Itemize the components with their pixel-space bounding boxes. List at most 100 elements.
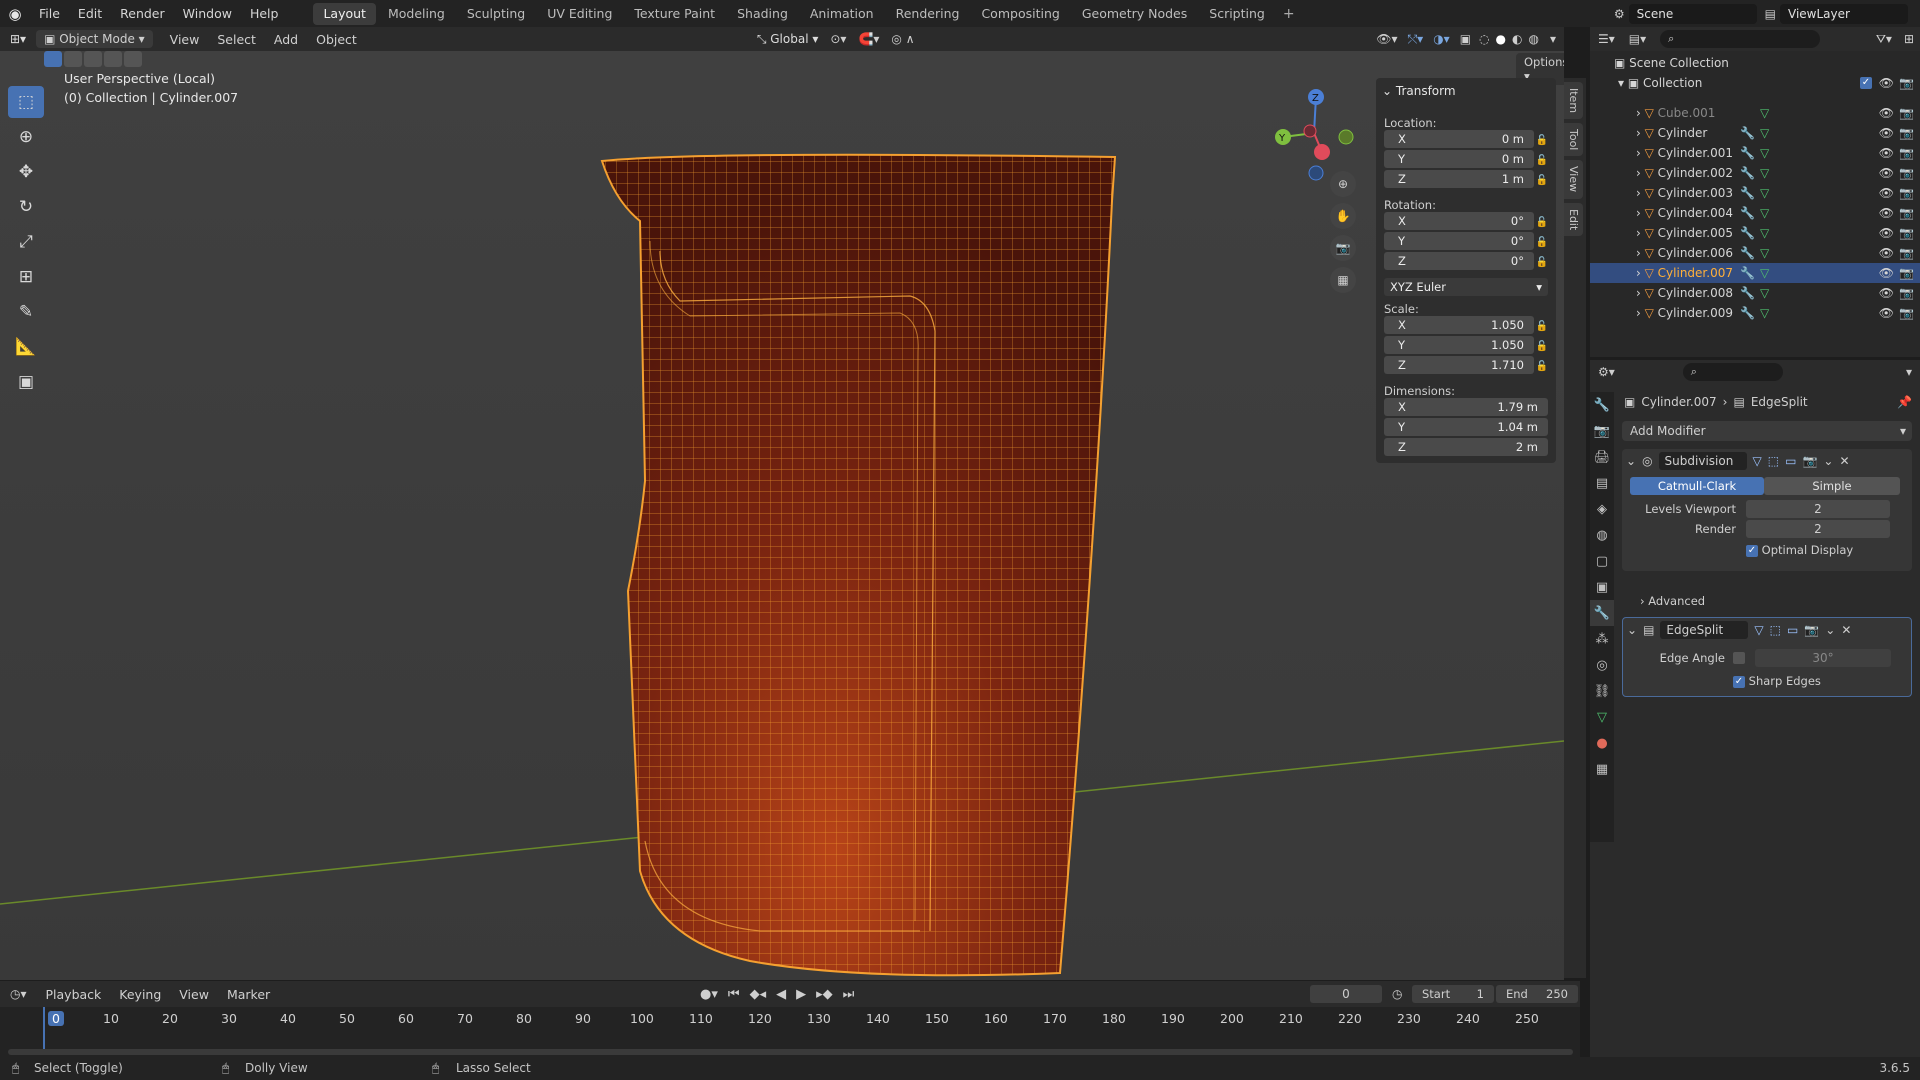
shading-rendered-icon[interactable]: ◍ — [1525, 32, 1541, 46]
editmode-toggle-icon[interactable]: ▽ — [1753, 454, 1762, 468]
tab-geometry-nodes[interactable]: Geometry Nodes — [1072, 3, 1197, 25]
timeline-area[interactable]: 0 10 20 30 40 50 60 70 80 90 100 110 120 130 140 150 160… — [0, 1007, 1580, 1057]
add-workspace-button[interactable]: + — [1277, 6, 1301, 22]
edgesplit-viewport-icon[interactable]: ▭ — [1787, 623, 1798, 637]
expand-arrow-icon[interactable]: › — [1636, 106, 1645, 120]
shading-material-icon[interactable]: ◐ — [1509, 32, 1525, 46]
navigation-gizmo[interactable]: Z Y — [1266, 85, 1362, 181]
render-camera-icon[interactable]: 📷 — [1899, 283, 1914, 303]
outliner-object-row[interactable]: › ▽ Cylinder.008 🔧 ▽ 👁 📷 — [1590, 283, 1920, 303]
shading-wireframe-icon[interactable]: ◌ — [1476, 32, 1492, 46]
select-new-icon[interactable] — [44, 51, 62, 67]
view-layer-field[interactable]: ViewLayer — [1780, 3, 1908, 24]
expand-arrow-icon[interactable]: › — [1636, 286, 1645, 300]
xray-icon[interactable]: ▣ — [1455, 32, 1476, 46]
visibility-eye-icon[interactable]: 👁 — [1879, 203, 1894, 223]
viewport-menu-object[interactable]: Object — [307, 32, 366, 47]
sharp-edges-row[interactable]: ✓ Sharp Edges — [1733, 674, 1821, 688]
data-tab-icon[interactable]: ▽ — [1590, 704, 1614, 730]
scene-collection-row[interactable]: ▣ Scene Collection — [1590, 53, 1920, 73]
edgesplit-menu-icon[interactable]: ⌄ — [1825, 623, 1835, 637]
constraints-tab-icon[interactable]: ⛓ — [1590, 678, 1614, 704]
scene-selector[interactable]: ⚙ Scene — [1614, 3, 1757, 24]
play-icon[interactable]: ▶ — [796, 987, 806, 1002]
collapse-icon[interactable]: ⌄ — [1626, 454, 1636, 468]
viewport-menu-select[interactable]: Select — [208, 32, 265, 47]
object-tab-icon[interactable]: ▣ — [1590, 574, 1614, 600]
scale-tool-icon[interactable]: ⤢ — [8, 226, 44, 258]
prev-keyframe-icon[interactable]: ◆◂ — [750, 987, 767, 1002]
rotation-y-field[interactable]: Y 0° 🔓 — [1384, 232, 1548, 250]
world-tab-icon[interactable]: ◍ — [1590, 522, 1614, 548]
dimensions-x-field[interactable]: X 1.79 m — [1384, 398, 1548, 416]
expand-arrow-icon[interactable]: › — [1636, 166, 1645, 180]
timeline-scrollbar[interactable] — [8, 1049, 1573, 1055]
proportional-edit-icon[interactable]: ◎ ∧ — [885, 32, 920, 46]
select-subtract-icon[interactable] — [84, 51, 102, 67]
optimal-display-row[interactable]: ✓ Optimal Display — [1746, 543, 1853, 557]
visibility-eye-icon[interactable]: 👁 — [1879, 223, 1894, 243]
expand-arrow-icon[interactable]: › — [1636, 146, 1645, 160]
collection-tab-icon[interactable]: ▢ — [1590, 548, 1614, 574]
rotation-lock-icon[interactable]: 🔓 — [1536, 234, 1548, 252]
material-tab-icon[interactable]: ● — [1590, 730, 1614, 756]
rotation-z-field[interactable]: Z 0° 🔓 — [1384, 252, 1548, 270]
modifier-tab-icon[interactable]: 🔧 — [1590, 600, 1614, 626]
edge-angle-field[interactable]: 30° — [1755, 649, 1891, 667]
scene-name-field[interactable]: Scene — [1628, 3, 1757, 24]
location-lock-icon[interactable]: 🔓 — [1536, 172, 1548, 190]
properties-options-icon[interactable]: ▾ — [1898, 365, 1920, 379]
collection-row[interactable]: ▾ ▣ Collection ✓ 👁 📷 — [1590, 73, 1920, 93]
timeline-menu-view[interactable]: View — [170, 987, 218, 1002]
mesh-object[interactable] — [590, 146, 1130, 980]
edgesplit-remove-icon[interactable]: ✕ — [1841, 623, 1851, 637]
visibility-eye-icon[interactable]: 👁 — [1879, 283, 1894, 303]
render-camera-icon[interactable]: 📷 — [1899, 263, 1914, 283]
snap-icon[interactable]: 🧲▾ — [852, 32, 885, 46]
record-icon[interactable]: ●▾ — [700, 987, 718, 1002]
render-camera-icon[interactable]: 📷 — [1899, 103, 1914, 123]
tab-modeling[interactable]: Modeling — [378, 3, 455, 25]
expand-arrow-icon[interactable]: › — [1636, 246, 1645, 260]
expand-arrow-icon[interactable]: › — [1636, 126, 1645, 140]
viewport-menu-view[interactable]: View — [161, 32, 209, 47]
visibility-eye-icon[interactable]: 👁 — [1879, 163, 1894, 183]
scale-z-field[interactable]: Z 1.710 🔓 — [1384, 356, 1548, 374]
ortho-grid-icon[interactable]: ▦ — [1330, 267, 1356, 293]
visibility-eye-icon[interactable]: 👁 — [1879, 103, 1894, 123]
texture-tab-icon[interactable]: ▦ — [1590, 756, 1614, 782]
select-extend-icon[interactable] — [64, 51, 82, 67]
scale-y-field[interactable]: Y 1.050 🔓 — [1384, 336, 1548, 354]
levels-viewport-field[interactable]: 2 — [1746, 500, 1890, 518]
pivot-icon[interactable]: ⊙▾ — [824, 32, 852, 46]
blender-logo-icon[interactable]: ◉ — [0, 5, 30, 23]
render-camera-icon[interactable]: 📷 — [1899, 243, 1914, 263]
select-invert-icon[interactable] — [104, 51, 122, 67]
gizmo-toggle-icon[interactable]: ⤲▾ — [1403, 32, 1429, 47]
tab-layout[interactable]: Layout — [313, 2, 376, 25]
render-camera-icon[interactable]: 📷 — [1899, 183, 1914, 203]
tab-rendering[interactable]: Rendering — [886, 3, 970, 25]
properties-search[interactable]: ⌕ — [1682, 363, 1783, 381]
cursor-tool-icon[interactable]: ⊕ — [8, 121, 44, 153]
sidebar-tab-view[interactable]: View — [1564, 160, 1583, 199]
move-tool-icon[interactable]: ✥ — [8, 156, 44, 188]
tool-tab-icon[interactable]: 🔧 — [1590, 392, 1614, 418]
tab-animation[interactable]: Animation — [800, 3, 884, 25]
expand-arrow-icon[interactable]: › — [1636, 266, 1645, 280]
outliner-object-row[interactable]: › ▽ Cylinder.009 🔧 ▽ 👁 📷 — [1590, 303, 1920, 323]
expand-arrow-icon[interactable]: › — [1636, 226, 1645, 240]
subdivision-name-field[interactable]: Subdivision — [1658, 452, 1747, 470]
location-x-field[interactable]: X 0 m 🔓 — [1384, 130, 1548, 148]
tab-sculpting[interactable]: Sculpting — [457, 3, 535, 25]
render-levels-field[interactable]: 2 — [1746, 520, 1890, 538]
edgesplit-name-field[interactable]: EdgeSplit — [1660, 621, 1749, 639]
tab-scripting[interactable]: Scripting — [1199, 3, 1275, 25]
3d-viewport[interactable]: User Perspective (Local) (0) Collection … — [0, 51, 1564, 980]
pan-hand-icon[interactable]: ✋ — [1330, 203, 1356, 229]
overlay-toggle-icon[interactable]: ◑▾ — [1428, 32, 1455, 46]
visibility-eye-icon[interactable]: 👁 — [1879, 183, 1894, 203]
collection-visibility-icon[interactable]: 👁 — [1879, 73, 1894, 93]
cage-toggle-icon[interactable]: ⬚ — [1768, 454, 1779, 468]
timeline-menu-marker[interactable]: Marker — [218, 987, 279, 1002]
